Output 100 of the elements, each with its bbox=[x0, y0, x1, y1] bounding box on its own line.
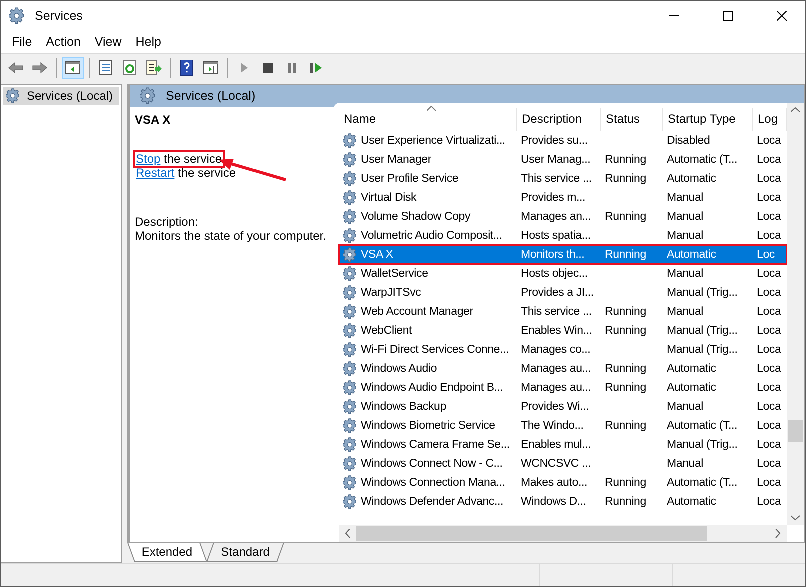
gear-icon bbox=[343, 360, 359, 376]
name-cell: WebClient bbox=[339, 322, 517, 338]
tree-item[interactable]: Services (Local) bbox=[3, 87, 119, 105]
gear-icon bbox=[343, 284, 359, 300]
table-row[interactable]: Windows Audio Endpoint B... Manages au... Running Automatic Loca bbox=[339, 378, 787, 397]
menu-item[interactable]: Action bbox=[39, 35, 88, 49]
service-link[interactable]: Stop bbox=[136, 152, 161, 166]
table-row[interactable]: WebClient Enables Win... Running Manual (Trig... Loca bbox=[339, 321, 787, 340]
vertical-scrollbar[interactable] bbox=[787, 103, 804, 525]
table-cell-text: This service ... bbox=[520, 172, 593, 184]
service-name: VSA X bbox=[135, 113, 172, 127]
table-row[interactable]: User Experience Virtualizati... Provides su... Disabled Loca bbox=[339, 131, 787, 150]
name-cell: User Experience Virtualizati... bbox=[339, 132, 517, 148]
table-cell-text: Running bbox=[604, 248, 648, 260]
window-title: Services bbox=[35, 9, 84, 23]
table-row[interactable]: Volume Shadow Copy Manages an... Running Manual Loca bbox=[339, 207, 787, 226]
service-link[interactable]: Restart bbox=[136, 166, 175, 180]
table-row[interactable]: Wi-Fi Direct Services Conne... Manages co... Manual (Trig... Loca bbox=[339, 340, 787, 359]
table-cell-text: Loca bbox=[756, 192, 782, 204]
scroll-thumb[interactable] bbox=[788, 420, 803, 442]
gear-icon bbox=[343, 246, 359, 262]
maximize-icon bbox=[723, 11, 733, 21]
table-cell-text: Loca bbox=[756, 438, 782, 450]
view-tab[interactable]: Extended bbox=[128, 543, 208, 562]
gear-icon bbox=[343, 456, 359, 472]
table-cell-text: Provides Wi... bbox=[520, 400, 590, 412]
table-cell-text: Manages au... bbox=[520, 382, 592, 394]
table-row[interactable]: User Manager User Manag... Running Automatic (T... Loca bbox=[339, 150, 787, 169]
table-cell-text: Manual (Trig... bbox=[666, 286, 739, 298]
gear-icon bbox=[343, 494, 359, 510]
table-cell-text: Manages co... bbox=[520, 344, 592, 356]
table-row[interactable]: VSA X Monitors th... Running Automatic Loc bbox=[339, 245, 787, 264]
gear-icon bbox=[343, 152, 359, 168]
table-row[interactable]: Web Account Manager This service ... Running Manual Loca bbox=[339, 302, 787, 321]
table-cell-text: Enables mul... bbox=[520, 438, 592, 450]
description-label: Description: bbox=[135, 215, 200, 229]
table-cell-text: Running bbox=[604, 496, 648, 508]
table-cell-text: Running bbox=[604, 172, 648, 184]
table-cell-text: Loca bbox=[756, 230, 782, 242]
view-tab[interactable]: Standard bbox=[206, 543, 284, 562]
name-cell: WarpJITSvc bbox=[339, 284, 517, 300]
pane-title: Services (Local) bbox=[166, 89, 256, 103]
name-cell: Wi-Fi Direct Services Conne... bbox=[339, 342, 517, 358]
scroll-down-icon[interactable] bbox=[791, 515, 800, 521]
scroll-right-icon[interactable] bbox=[775, 529, 781, 538]
scroll-thumb[interactable] bbox=[356, 526, 707, 541]
table-cell-text: Manual bbox=[666, 192, 705, 204]
table-cell-text: Automatic bbox=[666, 362, 718, 374]
table-row[interactable]: Windows Backup Provides Wi... Manual Loca bbox=[339, 397, 787, 416]
column-header[interactable]: Name bbox=[339, 108, 517, 131]
table-row[interactable]: Windows Camera Frame Se... Enables mul... Manual (Trig... Loca bbox=[339, 435, 787, 454]
table-row[interactable]: WalletService Hosts objec... Manual Loca bbox=[339, 264, 787, 283]
table-cell-text: Loca bbox=[756, 324, 782, 336]
menu-item[interactable]: Help bbox=[128, 35, 168, 49]
sort-caret-icon bbox=[427, 106, 436, 111]
table-row[interactable]: Windows Connection Mana... Makes auto... Running Automatic (T... Loca bbox=[339, 473, 787, 492]
menu-item[interactable]: File bbox=[5, 35, 40, 49]
table-cell-text: Manual bbox=[666, 306, 705, 318]
gear-icon bbox=[140, 87, 158, 105]
table-cell-text: User Manag... bbox=[520, 154, 592, 166]
table-cell-text: This service ... bbox=[520, 306, 593, 318]
toolbar-button[interactable] bbox=[62, 57, 84, 79]
help-icon bbox=[179, 60, 195, 76]
horizontal-scrollbar[interactable] bbox=[339, 525, 787, 542]
menu-item[interactable]: View bbox=[88, 35, 129, 49]
table-row[interactable]: User Profile Service This service ... Running Automatic Loca bbox=[339, 169, 787, 188]
table-row[interactable]: Windows Defender Advanc... Windows D... Running Automatic Loca bbox=[339, 492, 787, 511]
gear-icon bbox=[343, 208, 359, 224]
table-cell-text: Loca bbox=[756, 172, 782, 184]
table-cell-text: Running bbox=[604, 362, 648, 374]
table-cell-text: Provides su... bbox=[520, 134, 589, 146]
scroll-up-icon[interactable] bbox=[791, 107, 800, 113]
table-row[interactable]: Windows Connect Now - C... WCNCSVC ... Manual Loca bbox=[339, 454, 787, 473]
gear-icon bbox=[343, 304, 359, 320]
table-cell-text: The Windo... bbox=[520, 420, 585, 432]
table-row[interactable]: WarpJITSvc Provides a JI... Manual (Trig... Loca bbox=[339, 283, 787, 302]
table-row[interactable]: Volumetric Audio Composit... Hosts spatia... Manual Loca bbox=[339, 226, 787, 245]
name-cell: Windows Audio bbox=[339, 360, 517, 376]
table-cell-text: Manual bbox=[666, 268, 705, 280]
table-cell-text: Automatic bbox=[666, 382, 718, 394]
table-cell-text: Manual bbox=[666, 210, 705, 222]
table-row[interactable]: Virtual Disk Provides m... Manual Loca bbox=[339, 188, 787, 207]
scroll-left-icon[interactable] bbox=[345, 529, 351, 538]
gear-icon bbox=[343, 342, 359, 358]
table-cell-text: Running bbox=[604, 306, 648, 318]
column-header[interactable]: Description bbox=[517, 108, 601, 131]
table-cell-text: Loca bbox=[756, 362, 782, 374]
table-cell-text: Loc bbox=[756, 248, 776, 260]
table-row[interactable]: Windows Biometric Service The Windo... Running Automatic (T... Loca bbox=[339, 416, 787, 435]
table-row[interactable]: Windows Audio Manages au... Running Automatic Loca bbox=[339, 359, 787, 378]
gear-icon bbox=[343, 132, 359, 148]
gear-icon bbox=[343, 474, 359, 490]
name-cell: Windows Defender Advanc... bbox=[339, 494, 517, 510]
name-cell: User Manager bbox=[339, 152, 517, 168]
name-cell: Windows Biometric Service bbox=[339, 418, 517, 434]
table-cell-text: Loca bbox=[756, 496, 782, 508]
table-cell-text: Manual bbox=[666, 458, 705, 470]
column-header[interactable]: Startup Type bbox=[663, 108, 753, 131]
table-cell-text: Disabled bbox=[666, 134, 712, 146]
column-header[interactable]: Status bbox=[601, 108, 663, 131]
